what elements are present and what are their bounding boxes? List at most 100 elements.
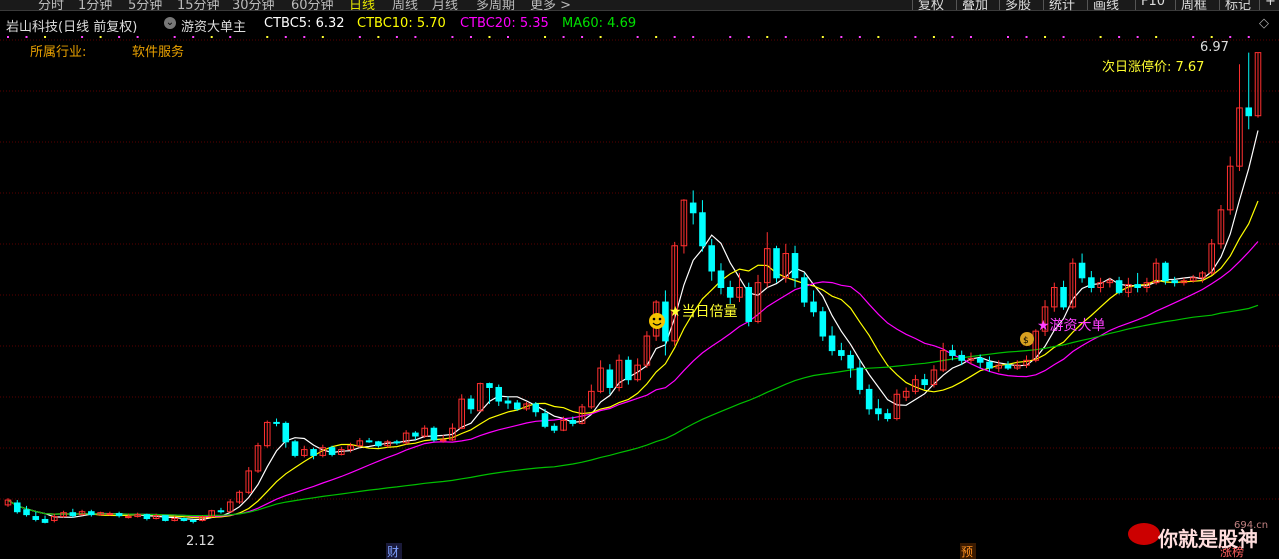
candle — [939, 342, 947, 372]
smiley-icon — [649, 313, 665, 329]
candle — [912, 374, 919, 395]
candle-body — [1115, 280, 1123, 293]
candle — [467, 395, 475, 414]
candle — [41, 515, 49, 524]
toolbar-separator — [956, 0, 957, 10]
candle — [1069, 258, 1077, 309]
toolbar-button-1[interactable]: 叠加 — [962, 0, 988, 13]
top-signal-dot — [581, 36, 584, 38]
top-signal-dot — [192, 36, 195, 38]
candle — [1217, 205, 1225, 249]
candle — [254, 442, 262, 473]
top-signal-dot — [1247, 36, 1250, 38]
candle-body — [106, 513, 114, 516]
candle — [263, 420, 271, 448]
top-signal-dot — [266, 36, 269, 38]
top-signal-dot — [284, 36, 287, 38]
candle-body — [69, 512, 77, 517]
candle-body — [532, 403, 540, 413]
candle-body — [1004, 364, 1012, 369]
toolbar-separator — [1259, 0, 1260, 10]
candle-body — [41, 518, 49, 523]
candle-body — [282, 422, 290, 443]
candle — [291, 439, 299, 458]
toolbar-button-5[interactable]: F10 — [1141, 0, 1165, 9]
candle — [847, 350, 854, 378]
candle-body — [828, 335, 836, 352]
candle — [884, 408, 891, 422]
marker-cai-label: 财 — [387, 545, 399, 559]
top-signal-dot — [321, 36, 324, 38]
candle — [106, 511, 114, 516]
candle-body — [625, 359, 632, 381]
top-signal-dot — [229, 36, 232, 38]
watermark-logo: 你就是股神 694.cn — [1128, 520, 1268, 551]
candle — [606, 364, 614, 395]
candle-body — [1134, 284, 1141, 288]
candle — [763, 232, 771, 288]
price-low-label: 2.12 — [186, 534, 215, 549]
toolbar-button-3[interactable]: 统计 — [1049, 0, 1075, 13]
candle — [717, 263, 725, 295]
top-signal-dot — [840, 36, 843, 38]
candle-body — [439, 439, 447, 442]
candle-body — [847, 354, 854, 369]
top-signal-dot — [1099, 36, 1102, 38]
top-signal-dot — [858, 36, 861, 38]
top-signal-dot — [1136, 36, 1139, 38]
top-signal-dot — [1007, 36, 1009, 38]
svg-text:$: $ — [1023, 336, 1029, 346]
marker-yu-label: 预 — [961, 545, 973, 559]
top-signal-dot — [7, 36, 9, 38]
candle — [810, 290, 817, 317]
toolbar-button-8[interactable]: + — [1265, 0, 1276, 9]
top-signal-dot — [469, 36, 472, 38]
candle-body — [1078, 262, 1086, 279]
toolbar-separator — [1175, 0, 1176, 10]
candle-body — [467, 398, 475, 410]
candle-body — [23, 509, 30, 516]
toolbar-button-6[interactable]: 周框 — [1181, 0, 1207, 13]
top-signal-dot — [488, 36, 491, 38]
candle — [1162, 261, 1169, 285]
candle — [143, 513, 151, 521]
toolbar-button-0[interactable]: 复权 — [918, 0, 944, 13]
toolbar-separator — [1135, 0, 1136, 10]
candle-body — [189, 519, 197, 522]
candle-body — [569, 419, 577, 424]
candle — [115, 511, 123, 518]
top-signal-dot — [969, 36, 972, 38]
kline-chart[interactable]: 6.97 2.12 ★当日倍量 $ ★游资大单 财 预 涨榜 你就是股神 694… — [0, 0, 1279, 559]
watermark-site: 694.cn — [1234, 520, 1268, 531]
toolbar-button-7[interactable]: 标记 — [1225, 0, 1251, 13]
candle — [828, 326, 836, 356]
candle — [856, 360, 864, 395]
candle-body — [810, 301, 817, 313]
candle — [134, 512, 141, 518]
top-signal-dot — [173, 36, 176, 38]
candle — [838, 342, 845, 361]
top-signal-dot — [377, 36, 380, 38]
candle — [513, 400, 521, 411]
toolbar-button-4[interactable]: 画线 — [1093, 0, 1119, 13]
top-signal-dot — [951, 36, 954, 38]
toolbar-button-2[interactable]: 多股 — [1005, 0, 1031, 13]
candle — [921, 373, 928, 390]
candle — [597, 360, 604, 394]
candle — [356, 437, 364, 448]
candle — [375, 440, 382, 448]
candle — [1060, 280, 1067, 310]
candle — [976, 354, 984, 369]
candle — [495, 384, 503, 406]
candle — [634, 358, 641, 382]
top-signal-dot — [821, 36, 824, 38]
candle-body — [606, 369, 614, 388]
candle-body — [393, 441, 401, 444]
candle — [1032, 329, 1040, 363]
candle — [476, 382, 484, 412]
candle — [930, 365, 938, 388]
top-signal-dot — [655, 36, 658, 38]
hot-money-label: ★游资大单 — [1037, 318, 1106, 334]
candle-body — [773, 248, 780, 279]
candle — [421, 425, 428, 438]
